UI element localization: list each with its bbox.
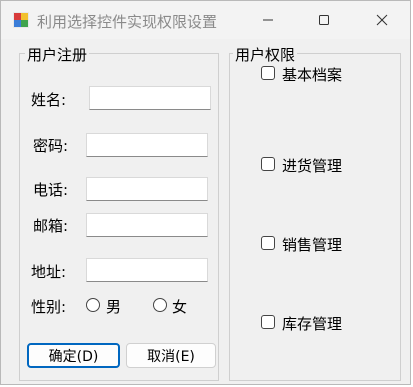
checkbox-purchase-management[interactable] [261,157,275,171]
gender-label: 性别: [31,298,67,316]
window-title: 利用选择控件实现权限设置 [37,13,218,31]
maximize-button[interactable] [301,1,347,39]
close-icon [376,14,388,26]
email-input[interactable] [86,213,208,237]
ok-button[interactable]: 确定(D) [27,343,120,368]
checkbox-label-basic-archive[interactable]: 基本档案 [282,64,342,85]
address-label: 地址: [31,263,67,281]
female-radio[interactable] [153,298,167,312]
minimize-icon [263,19,273,21]
title-bar[interactable]: 利用选择控件实现权限设置 [1,1,410,39]
male-radio[interactable] [86,298,100,312]
email-label: 邮箱: [33,217,69,235]
checkbox-label-purchase-management[interactable]: 进货管理 [282,155,342,176]
app-icon [13,12,29,28]
name-label: 姓名: [31,91,67,109]
male-label[interactable]: 男 [106,296,121,317]
female-label[interactable]: 女 [172,296,187,317]
maximize-icon [319,15,329,25]
checkbox-label-sales-management[interactable]: 销售管理 [282,234,342,255]
checkbox-sales-management[interactable] [261,236,275,250]
name-input[interactable] [89,86,211,110]
phone-label: 电话: [33,181,69,199]
minimize-button[interactable] [245,1,291,39]
address-input[interactable] [86,258,208,282]
user-permissions-legend: 用户权限 [233,44,298,65]
phone-input[interactable] [86,177,208,201]
checkbox-label-inventory-management[interactable]: 库存管理 [282,313,342,334]
checkbox-inventory-management[interactable] [261,315,275,329]
close-button[interactable] [359,1,405,39]
password-input[interactable] [86,133,208,157]
checkbox-basic-archive[interactable] [261,66,275,80]
cancel-button[interactable]: 取消(E) [126,343,216,368]
user-registration-legend: 用户注册 [25,44,90,65]
app-window: 利用选择控件实现权限设置 用户注册 姓名: 密码: 电话: 邮箱: 地址: 性别… [0,0,411,385]
password-label: 密码: [33,137,69,155]
